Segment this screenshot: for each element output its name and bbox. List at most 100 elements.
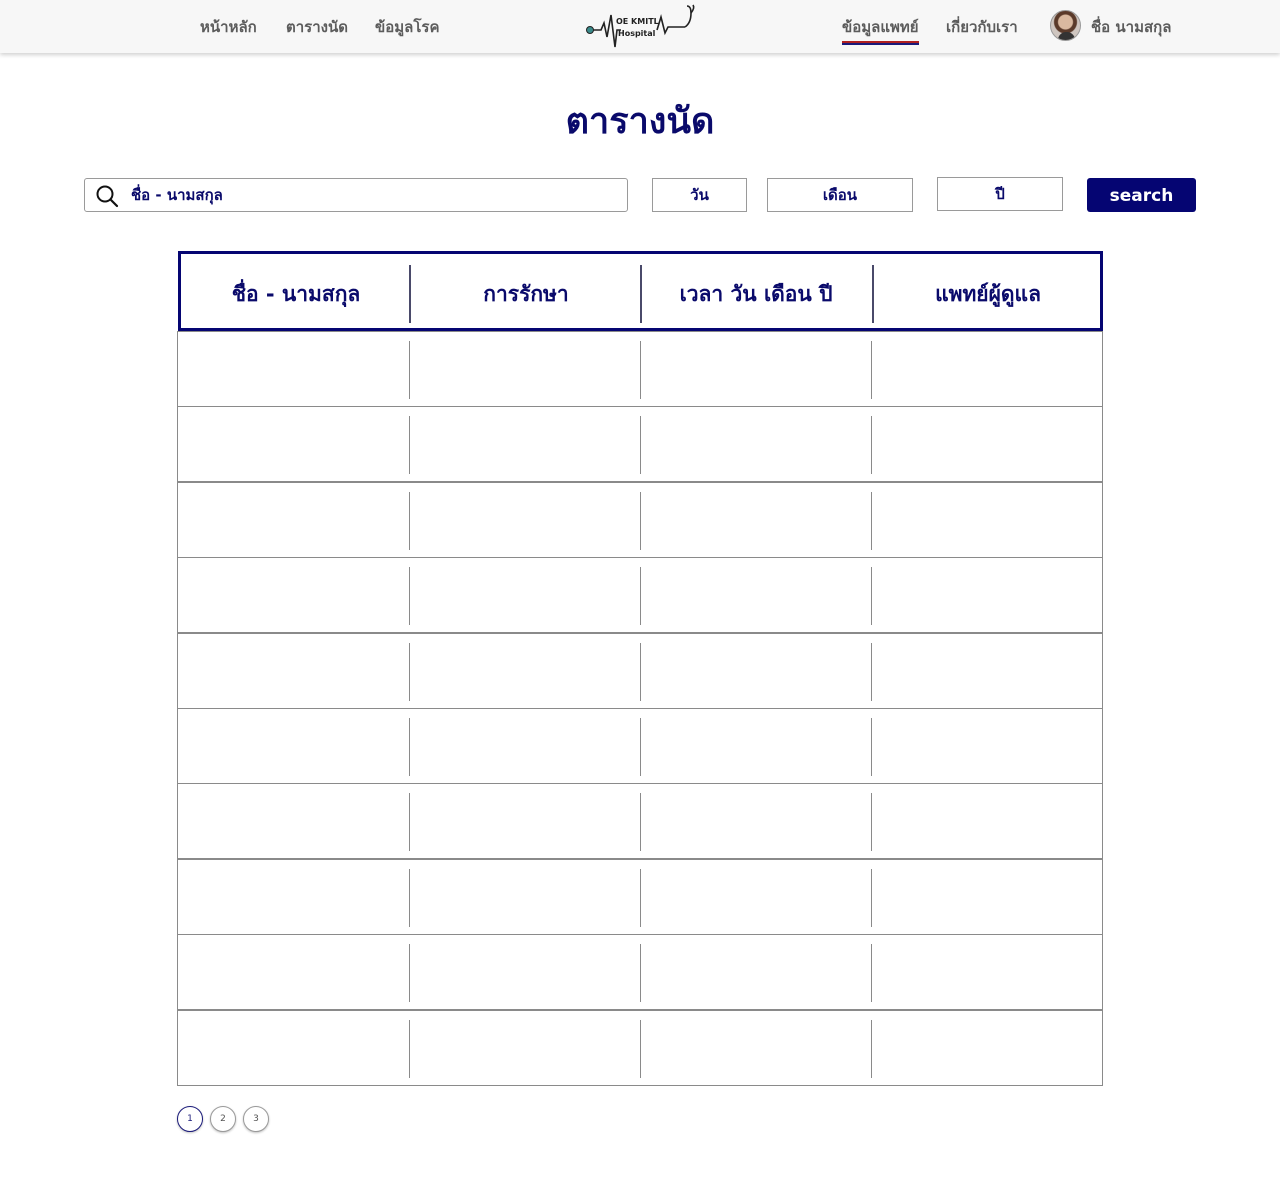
column-divider <box>640 944 641 1002</box>
column-divider <box>409 718 410 776</box>
table-cell <box>871 1011 1102 1085</box>
table-cell <box>178 483 409 557</box>
table-cell <box>871 483 1102 557</box>
table-cell <box>178 407 409 481</box>
year-select[interactable]: ปี <box>937 177 1063 211</box>
logo-text-line2: Hospital <box>618 29 656 38</box>
nav-link-home[interactable]: หน้าหลัก <box>200 15 257 39</box>
nav-link-appointments[interactable]: ตารางนัด <box>286 15 348 39</box>
column-divider <box>640 1020 641 1078</box>
table-cell <box>409 483 640 557</box>
day-select[interactable]: วัน <box>652 178 747 212</box>
table-row[interactable] <box>177 783 1103 859</box>
page-button-3[interactable]: 3 <box>243 1106 269 1132</box>
column-divider <box>871 643 872 701</box>
table-cell <box>871 407 1102 481</box>
table-row[interactable] <box>177 1010 1103 1086</box>
table-cell <box>178 558 409 632</box>
search-button[interactable]: search <box>1087 178 1196 212</box>
table-cell <box>640 634 871 708</box>
table-cell <box>871 558 1102 632</box>
table-cell <box>409 935 640 1009</box>
table-cell <box>178 332 409 406</box>
table-row[interactable] <box>177 406 1103 482</box>
column-divider <box>409 492 410 550</box>
table-cell <box>178 1011 409 1085</box>
column-header-name: ชื่อ - นามสกุล <box>231 282 361 306</box>
column-divider <box>640 341 641 399</box>
top-navbar: หน้าหลัก ตารางนัด ข้อมูลโรค OE KMITL Hos… <box>0 0 1280 53</box>
table-cell <box>409 558 640 632</box>
column-divider <box>409 341 410 399</box>
column-header-datetime: เวลา วัน เดือน ปี <box>679 282 833 306</box>
nav-link-about[interactable]: เกี่ยวกับเรา <box>946 15 1018 39</box>
hospital-logo[interactable]: OE KMITL Hospital <box>585 3 697 49</box>
table-cell <box>409 332 640 406</box>
search-box <box>84 178 628 212</box>
column-divider <box>871 1020 872 1078</box>
page-button-2[interactable]: 2 <box>210 1106 236 1132</box>
column-divider <box>871 341 872 399</box>
month-select[interactable]: เดือน <box>767 178 913 212</box>
table-cell <box>640 709 871 783</box>
column-header-treatment: การรักษา <box>483 282 569 306</box>
column-divider <box>409 567 410 625</box>
table-header: ชื่อ - นามสกุล การรักษา เวลา วัน เดือน ป… <box>178 251 1103 331</box>
column-divider <box>409 643 410 701</box>
column-divider <box>409 416 410 474</box>
table-cell <box>409 407 640 481</box>
table-cell <box>409 709 640 783</box>
column-divider <box>871 944 872 1002</box>
table-cell <box>178 709 409 783</box>
table-row[interactable] <box>177 859 1103 935</box>
column-divider <box>409 944 410 1002</box>
column-divider <box>409 793 410 851</box>
table-cell <box>871 860 1102 934</box>
nav-link-diseases[interactable]: ข้อมูลโรค <box>375 15 440 39</box>
column-divider <box>640 793 641 851</box>
column-divider <box>409 869 410 927</box>
table-body <box>177 331 1103 1086</box>
active-nav-underline <box>842 41 919 45</box>
table-cell <box>178 784 409 858</box>
table-cell <box>178 935 409 1009</box>
column-divider <box>640 643 641 701</box>
table-row[interactable] <box>177 557 1103 633</box>
user-avatar[interactable] <box>1050 10 1081 41</box>
table-row[interactable] <box>177 708 1103 784</box>
table-row[interactable] <box>177 934 1103 1010</box>
table-cell <box>409 634 640 708</box>
table-cell <box>640 860 871 934</box>
page-title: ตารางนัด <box>565 101 715 142</box>
user-name[interactable]: ชื่อ นามสกุล <box>1091 15 1171 39</box>
table-cell <box>640 332 871 406</box>
table-cell <box>640 935 871 1009</box>
column-divider <box>640 869 641 927</box>
table-cell <box>409 860 640 934</box>
search-input[interactable] <box>131 179 621 211</box>
table-row[interactable] <box>177 633 1103 709</box>
table-cell <box>640 483 871 557</box>
table-cell <box>871 634 1102 708</box>
column-divider <box>871 793 872 851</box>
table-row[interactable] <box>177 482 1103 558</box>
nav-link-doctors[interactable]: ข้อมูลแพทย์ <box>842 15 919 45</box>
column-header-doctor: แพทย์ผู้ดูแล <box>935 282 1041 306</box>
column-divider <box>640 567 641 625</box>
table-cell <box>871 709 1102 783</box>
table-cell <box>178 634 409 708</box>
page-button-1[interactable]: 1 <box>177 1106 203 1132</box>
table-cell <box>409 784 640 858</box>
column-divider <box>409 1020 410 1078</box>
logo-text-line1: OE KMITL <box>616 17 659 26</box>
table-cell <box>871 332 1102 406</box>
column-divider <box>871 718 872 776</box>
column-divider <box>640 492 641 550</box>
search-icon <box>96 185 119 208</box>
column-divider <box>640 416 641 474</box>
column-divider <box>871 416 872 474</box>
table-cell <box>409 1011 640 1085</box>
table-cell <box>871 784 1102 858</box>
nav-link-doctors-label: ข้อมูลแพทย์ <box>842 18 919 36</box>
table-row[interactable] <box>177 331 1103 407</box>
